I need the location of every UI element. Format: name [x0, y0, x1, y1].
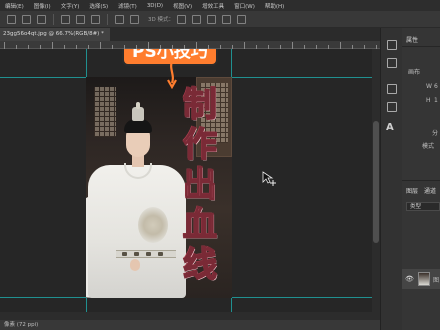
3d-mode-label: 3D 模式：	[148, 17, 174, 23]
menu-help[interactable]: 帮助(H)	[260, 2, 289, 10]
menu-bar: 编辑(E) 图像(I) 文字(Y) 选择(S) 滤镜(T) 3D(D) 视图(V…	[0, 0, 440, 11]
tab-layers[interactable]: 图层	[406, 186, 418, 195]
distribute-icon[interactable]	[115, 14, 124, 24]
menu-edit[interactable]: 编辑(E)	[0, 2, 29, 10]
layer-row[interactable]: 👁 图	[402, 269, 440, 289]
horizontal-scrollbar[interactable]	[0, 312, 372, 320]
belt-ornament	[158, 252, 163, 256]
layer-thumbnail	[418, 272, 430, 286]
orbit-icon[interactable]	[176, 14, 186, 24]
align-center-icon[interactable]	[22, 14, 31, 24]
width-label: W	[426, 83, 432, 90]
divider	[402, 180, 440, 181]
resolution-label: 分	[432, 130, 439, 137]
menu-filter[interactable]: 滤镜(T)	[113, 2, 142, 10]
roll-icon[interactable]	[191, 14, 201, 24]
mode-label: 模式	[422, 143, 435, 150]
align-middle-icon[interactable]	[76, 14, 85, 24]
pan-icon[interactable]	[206, 14, 216, 24]
swatches-icon[interactable]	[387, 102, 397, 112]
scale-icon[interactable]	[236, 14, 246, 24]
belt-ornament	[122, 252, 127, 256]
options-bar: 3D 模式：	[0, 11, 440, 28]
overlay-char: 线	[182, 245, 218, 285]
tab-channels[interactable]: 通道	[424, 186, 436, 195]
more-icon[interactable]	[130, 14, 139, 24]
ruler-tick	[4, 42, 5, 49]
menu-plugins[interactable]: 增效工具	[197, 2, 229, 10]
divider	[402, 46, 440, 47]
align-left-icon[interactable]	[7, 14, 16, 24]
belt-ornament	[134, 252, 139, 256]
ruler-tick	[100, 42, 101, 49]
figure-hair	[124, 119, 152, 133]
menu-window[interactable]: 窗口(W)	[229, 2, 260, 10]
figure-hand	[130, 259, 140, 271]
right-panel: 属性 画布 W 6 H 1 分 模式 图层 通道 类型 👁 图	[402, 28, 440, 330]
arrow-down-icon	[167, 61, 177, 89]
brush-settings-icon[interactable]	[387, 84, 397, 94]
canvas-area[interactable]: 制 作 出 血 线 PS小技巧	[0, 49, 380, 320]
eye-icon[interactable]: 👁	[405, 275, 414, 283]
align-top-icon[interactable]	[61, 14, 70, 24]
info-icon[interactable]	[387, 58, 397, 68]
ruler-tick	[292, 42, 293, 49]
figure-crown-tip	[136, 102, 140, 109]
window-lattice	[94, 87, 116, 137]
move-cursor-icon	[262, 171, 276, 186]
ruler-tick	[52, 42, 53, 49]
ruler-tick	[148, 42, 149, 49]
menu-3d[interactable]: 3D(D)	[142, 3, 168, 9]
slide-icon[interactable]	[221, 14, 231, 24]
status-bar: 像素 (72 ppi)	[0, 320, 380, 330]
tab-properties[interactable]: 属性	[406, 35, 418, 44]
divider	[107, 13, 108, 25]
menu-type[interactable]: 文字(Y)	[56, 2, 85, 10]
history-icon[interactable]	[387, 40, 397, 50]
divider	[53, 13, 54, 25]
ruler-tick	[196, 42, 197, 49]
character-panel-icon[interactable]: A	[386, 122, 394, 133]
height-value[interactable]: 1	[434, 97, 438, 104]
menu-image[interactable]: 图像(I)	[29, 2, 56, 10]
document-tab[interactable]: 23gg56o4qt.jpg @ 66.7%(RGB/8#) *	[0, 28, 110, 41]
panel-icon-strip: A	[380, 28, 402, 330]
tab-strip	[110, 28, 380, 41]
robe-embroidery	[138, 207, 168, 243]
figure-crown	[132, 107, 144, 121]
scrollbar-thumb[interactable]	[373, 121, 379, 243]
horizontal-ruler[interactable]	[0, 41, 380, 49]
width-value[interactable]: 6	[434, 83, 438, 90]
vertical-scrollbar[interactable]	[372, 49, 380, 320]
canvas-section-label: 画布	[408, 69, 421, 76]
menu-view[interactable]: 视图(V)	[168, 2, 197, 10]
figure-robe	[88, 165, 186, 298]
layer-name[interactable]: 图	[433, 275, 439, 284]
ruler-tick	[244, 42, 245, 49]
height-label: H	[426, 97, 431, 104]
menu-select[interactable]: 选择(S)	[84, 2, 113, 10]
overlay-char: 血	[182, 205, 218, 245]
align-right-icon[interactable]	[37, 14, 46, 24]
overlay-char: 制	[182, 85, 218, 125]
ruler-tick	[340, 42, 341, 49]
overlay-char: 出	[182, 165, 218, 205]
align-bottom-icon[interactable]	[91, 14, 100, 24]
layer-filter-select[interactable]: 类型	[406, 202, 440, 211]
belt-ornament	[146, 252, 151, 256]
overlay-char: 作	[182, 125, 218, 165]
